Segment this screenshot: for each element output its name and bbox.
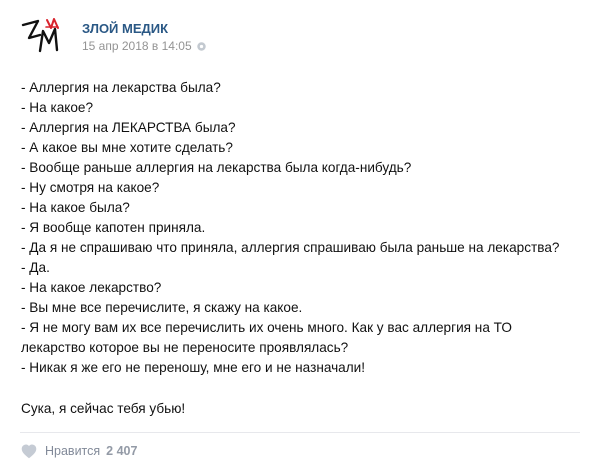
post-line: - Аллергия на ЛЕКАРСТВА была? bbox=[21, 120, 236, 135]
avatar[interactable] bbox=[20, 16, 68, 56]
gear-icon[interactable] bbox=[196, 41, 207, 52]
post-line: - Я не могу вам их все перечислить их оч… bbox=[21, 320, 512, 335]
heart-icon bbox=[21, 444, 37, 459]
post-line: - Никак я же его не переношу, мне его и … bbox=[21, 360, 366, 375]
post-line: - Я вообще капотен приняла. bbox=[21, 220, 206, 235]
post-line: - На какое была? bbox=[21, 200, 130, 215]
post-line: - Да. bbox=[21, 260, 50, 275]
post-line: - На какое? bbox=[21, 100, 94, 115]
like-count: 2 407 bbox=[106, 444, 138, 458]
post-ending-line: Сука, я сейчас тебя убью! bbox=[21, 401, 186, 416]
post-line: - На какое лекарство? bbox=[21, 280, 162, 295]
post-text: - Аллергия на лекарства была? - На какое… bbox=[21, 78, 591, 419]
divider bbox=[20, 432, 580, 433]
post-line: - А какое вы мне хотите сделать? bbox=[21, 140, 233, 155]
post-line: - Вообще раньше аллергия на лекарства бы… bbox=[21, 160, 412, 175]
post-line: - Да я не спрашиваю что приняла, аллерги… bbox=[21, 240, 560, 255]
post-meta: 15 апр 2018 в 14:05 bbox=[82, 39, 207, 53]
post-date[interactable]: 15 апр 2018 в 14:05 bbox=[82, 39, 192, 53]
evil-medic-logo-icon bbox=[21, 18, 59, 53]
post-line: - Вы мне все перечислите, я скажу на как… bbox=[21, 300, 303, 315]
post-line: - Аллергия на лекарства была? bbox=[21, 80, 221, 95]
post-line: - Ну смотря на какое? bbox=[21, 180, 160, 195]
wall-post: ЗЛОЙ МЕДИК 15 апр 2018 в 14:05 - Аллерги… bbox=[0, 0, 600, 473]
post-line: лекарство которое вы не переносите прояв… bbox=[21, 340, 349, 355]
author-name[interactable]: ЗЛОЙ МЕДИК bbox=[82, 21, 168, 36]
like-button[interactable]: Нравится 2 407 bbox=[20, 443, 137, 459]
like-label: Нравится bbox=[45, 444, 101, 458]
